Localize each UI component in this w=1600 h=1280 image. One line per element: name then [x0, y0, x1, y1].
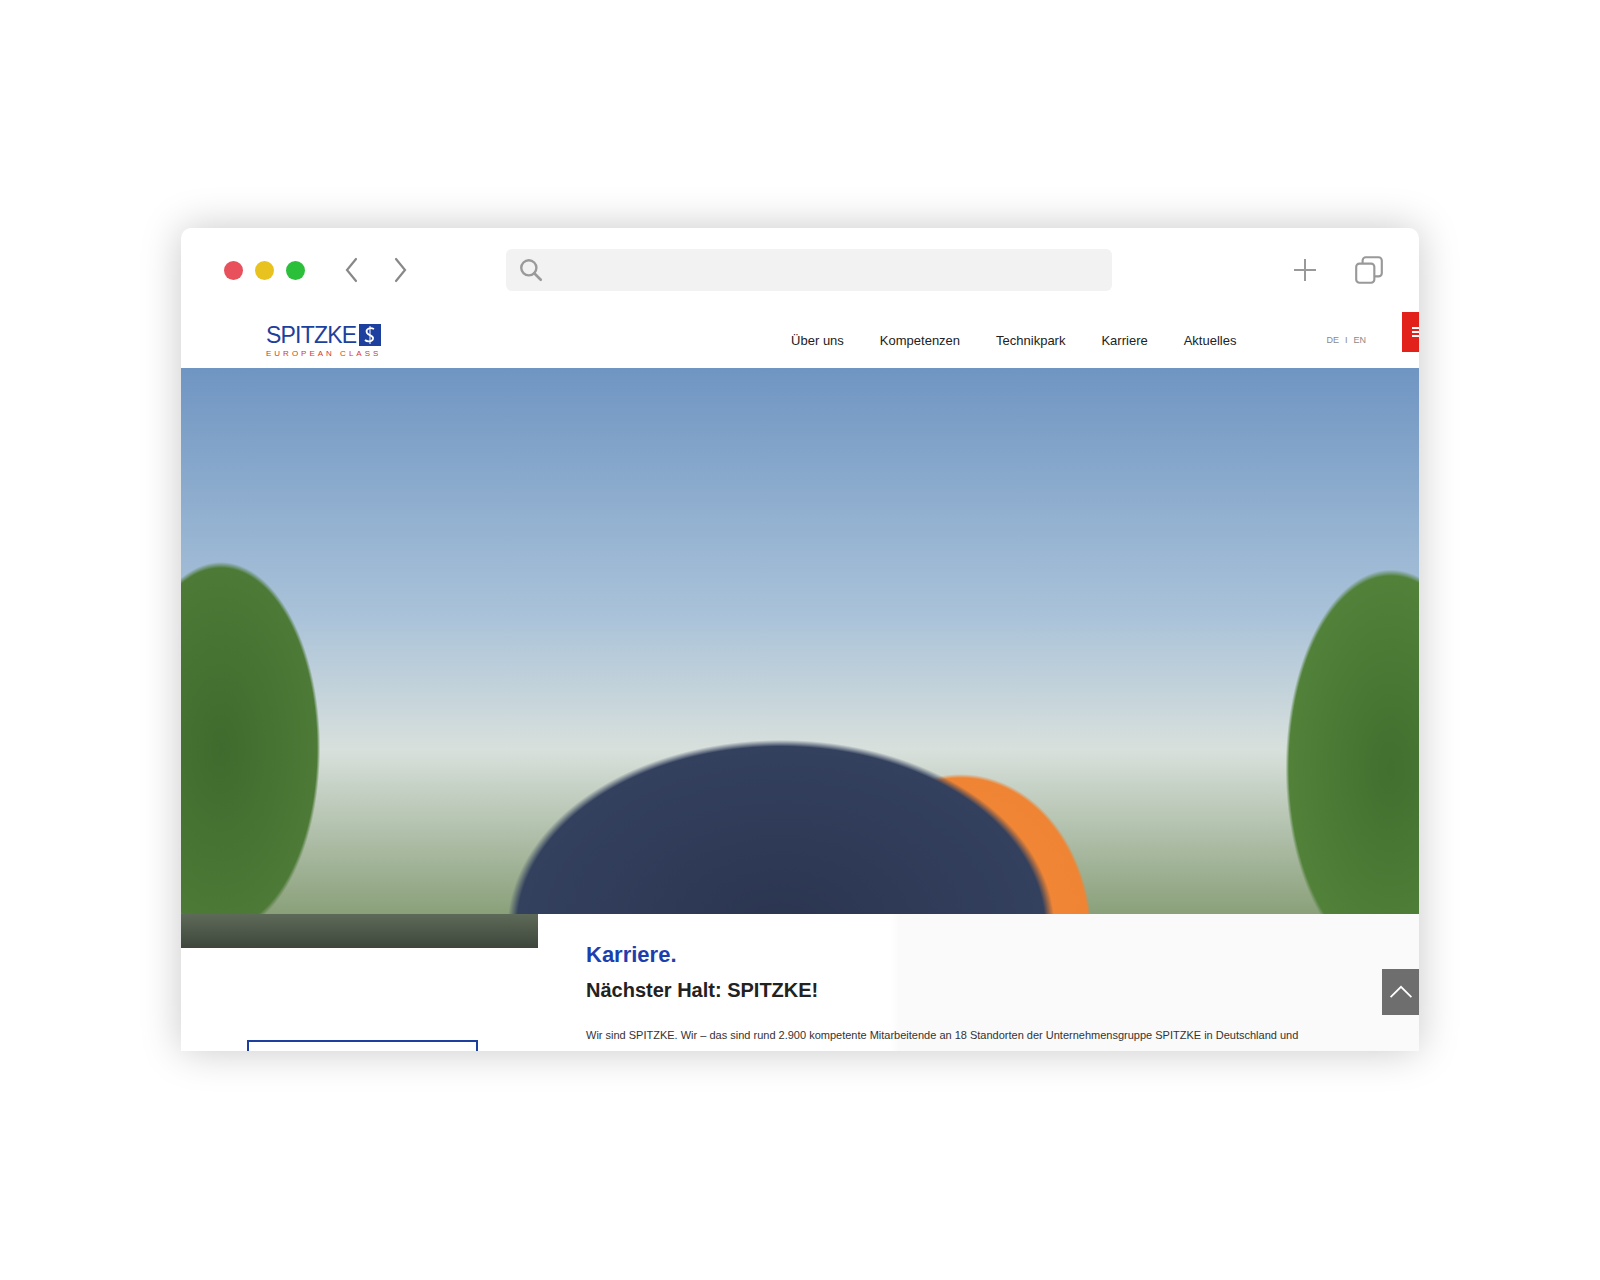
career-intro: Karriere. Nächster Halt: SPITZKE! Wir sind… — [538, 914, 1419, 1051]
magnifier-icon — [518, 257, 544, 283]
back-arrow-icon[interactable] — [342, 255, 362, 285]
tabs-icon[interactable] — [1353, 254, 1385, 286]
side-box[interactable] — [247, 1040, 478, 1051]
close-button[interactable] — [224, 261, 243, 280]
section-paragraph: Wir sind SPITZKE. Wir – das sind rund 2.… — [586, 1028, 1419, 1042]
main-nav: Über uns Kompetenzen Technikpark Karriere Ak… — [791, 333, 1236, 348]
window-controls — [224, 261, 305, 280]
hero-photo — [181, 368, 1419, 914]
minimize-button[interactable] — [255, 261, 274, 280]
language-switch: DE I EN — [1326, 335, 1366, 345]
logo[interactable]: SPITZKEEUROPEAN CLASS — [266, 322, 381, 359]
content-section: Karriere. Nächster Halt: SPITZKE! Wir sind… — [181, 914, 1419, 1051]
logo-name: SPITZKE — [266, 322, 356, 348]
language-separator: I — [1345, 335, 1348, 345]
language-option[interactable]: DE — [1326, 335, 1339, 345]
nav-item[interactable]: Technikpark — [996, 333, 1065, 348]
menu-button[interactable] — [1402, 312, 1419, 352]
nav-item[interactable]: Kompetenzen — [880, 333, 960, 348]
nav-item[interactable]: Aktuelles — [1184, 333, 1237, 348]
nav-item[interactable]: Über uns — [791, 333, 844, 348]
address-bar[interactable] — [506, 249, 1112, 291]
section-heading: Nächster Halt: SPITZKE! — [586, 978, 1419, 1002]
nav-item[interactable]: Karriere — [1101, 333, 1147, 348]
chevron-up-icon — [1388, 983, 1414, 1001]
page: SPITZKEEUROPEAN CLASS Über uns Kompetenzen… — [0, 0, 1600, 1280]
browser-window: SPITZKEEUROPEAN CLASS Über uns Kompetenzen… — [181, 228, 1419, 1051]
plus-icon[interactable] — [1291, 256, 1319, 284]
site-header: SPITZKEEUROPEAN CLASS Über uns Kompetenzen… — [181, 312, 1419, 368]
logo-tagline: EUROPEAN CLASS — [266, 349, 381, 359]
forward-arrow-icon[interactable] — [390, 255, 410, 285]
browser-toolbar — [181, 228, 1419, 312]
section-title: Karriere. — [586, 942, 1419, 968]
hamburger-icon — [1412, 327, 1419, 337]
photo-continuation — [181, 914, 538, 948]
logo-mark-icon — [359, 324, 381, 346]
scroll-top-button[interactable] — [1382, 969, 1419, 1015]
language-option[interactable]: EN — [1353, 335, 1366, 345]
zoom-button[interactable] — [286, 261, 305, 280]
side-column — [181, 914, 538, 1051]
